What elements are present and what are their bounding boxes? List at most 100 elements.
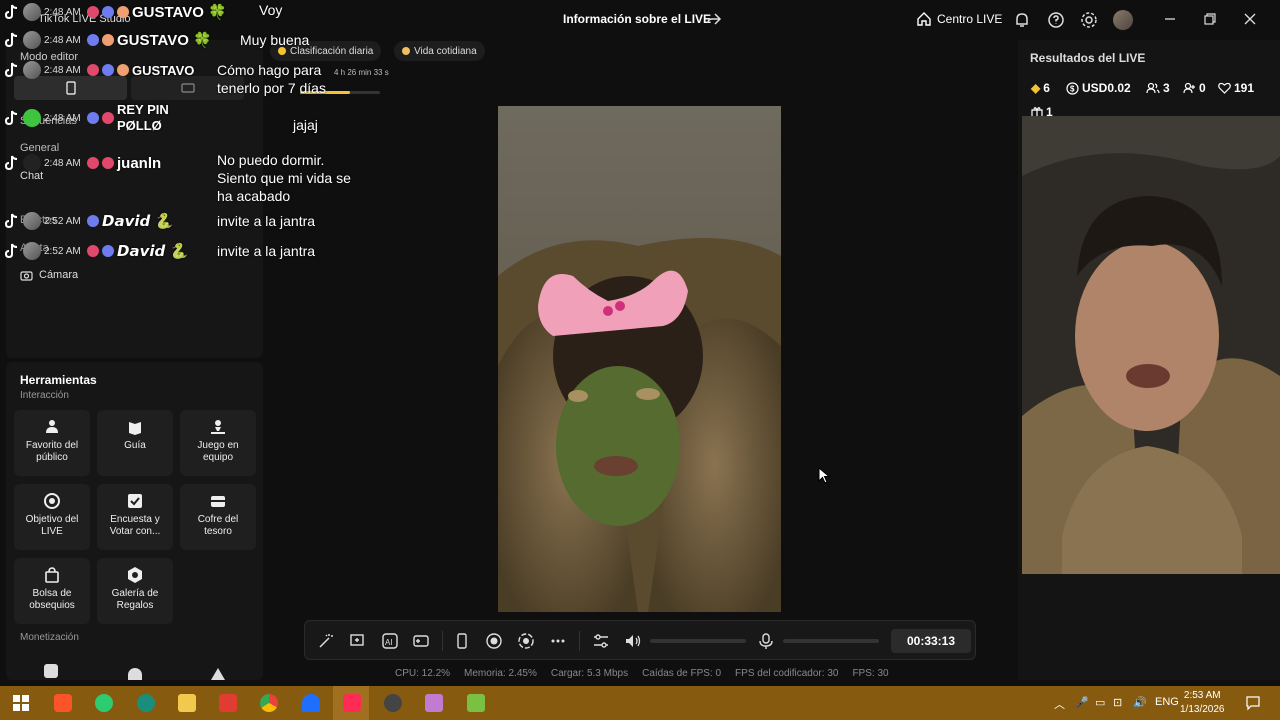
tray-overflow-icon[interactable]: ︿ [1054, 696, 1065, 712]
book-icon [129, 422, 141, 435]
level-badge-icon [87, 34, 99, 46]
divider [579, 631, 580, 651]
chat-message: 2:48 AM GUSTAVO 🍀 [4, 0, 227, 24]
memory-stat: Memoria: 2.45% [464, 668, 537, 679]
tool-label: Guía [124, 440, 146, 451]
windows-start-icon[interactable] [12, 694, 30, 712]
android-app-icon[interactable] [467, 694, 485, 712]
help-icon[interactable] [1047, 11, 1065, 29]
minimize-icon[interactable] [1162, 11, 1178, 27]
bell-icon[interactable] [1013, 11, 1031, 29]
gifter-badge-icon [102, 157, 114, 169]
gear-icon[interactable] [1080, 11, 1098, 29]
microphone-icon[interactable] [757, 632, 775, 650]
centro-live-label: Centro LIVE [937, 12, 1003, 26]
audio-mixer-icon[interactable] [592, 632, 610, 650]
ai-icon[interactable]: AI [381, 632, 399, 650]
heart-badge-icon [102, 34, 114, 46]
centro-live-button[interactable]: Centro LIVE [916, 11, 1002, 27]
live-preview[interactable] [498, 106, 781, 612]
speaker-icon[interactable] [624, 632, 642, 650]
sync-app-icon[interactable] [95, 694, 113, 712]
chat-text: Voy [259, 2, 283, 18]
chat-message: 2:48 AM GUSTAVO [4, 58, 194, 82]
camera-switch-icon[interactable] [517, 632, 535, 650]
chat-text: Muy buena [240, 32, 310, 48]
tool-guide[interactable]: Guía [97, 410, 173, 476]
tool-treasure-chest[interactable]: Cofre del tesoro [180, 484, 256, 550]
obs-app-icon[interactable] [384, 694, 402, 712]
new-followers-stat: 0 [1183, 81, 1206, 95]
arc-app-icon[interactable] [302, 694, 320, 712]
category-tag[interactable]: Vida cotidiana [394, 41, 485, 61]
monetization-tool-3-icon[interactable] [211, 668, 225, 680]
live-info-title[interactable]: Información sobre el LIVE [563, 12, 711, 26]
tool-label: Cofre del tesoro [197, 514, 239, 537]
tool-gift-gallery[interactable]: Galería de Regalos [97, 558, 173, 624]
user-avatar[interactable] [1113, 10, 1133, 30]
mic-tray-icon[interactable]: 🎤 [1075, 696, 1089, 709]
notifications-icon[interactable] [1245, 695, 1261, 711]
file-explorer-icon[interactable] [178, 694, 196, 712]
tiktok-live-studio-taskbar-icon[interactable] [343, 694, 361, 712]
target-icon [44, 493, 60, 509]
category-label: Vida cotidiana [414, 45, 477, 57]
chat-message: 2:48 AM GUSTAVO 🍀 [4, 28, 212, 52]
chat-message: 2:48 AM juanln [4, 151, 161, 175]
chat-avatar [23, 154, 41, 172]
tool-label: Encuesta y Votar con... [109, 514, 161, 537]
volume-slider[interactable] [650, 639, 746, 643]
diamonds-stat: ◆ 6 [1031, 81, 1050, 95]
language-indicator[interactable]: ENG [1155, 696, 1179, 708]
tool-label: Bolsa de obsequios [29, 588, 75, 611]
monetization-tool-1-icon[interactable] [44, 664, 58, 678]
diamond-icon: ◆ [1031, 81, 1041, 95]
tool-audience-favorite[interactable]: Favorito del público [14, 410, 90, 476]
edge-browser-icon[interactable] [137, 694, 155, 712]
restore-icon[interactable] [1202, 11, 1218, 27]
battery-icon[interactable]: ▭ [1095, 696, 1105, 709]
tool-poll[interactable]: Encuesta y Votar con... [97, 484, 173, 550]
add-media-icon[interactable] [349, 632, 367, 650]
magic-wand-icon[interactable] [317, 632, 335, 650]
source-camera[interactable]: Cámara [20, 269, 78, 281]
pdf-reader-icon[interactable] [219, 694, 237, 712]
likes-value: 191 [1234, 81, 1255, 95]
close-icon[interactable] [1242, 11, 1258, 27]
follow-icon [1183, 82, 1195, 94]
game-controller-icon[interactable] [412, 632, 430, 650]
more-icon[interactable] [549, 632, 567, 650]
chrome-browser-icon[interactable] [260, 694, 278, 712]
fps-drop-stat: Caídas de FPS: 0 [642, 668, 722, 679]
chat-time: 2:52 AM [44, 215, 81, 227]
gifter-badge-icon [102, 112, 114, 124]
chat-time: 2:48 AM [44, 64, 81, 76]
gifter-badge-icon [87, 64, 99, 76]
home-icon [917, 12, 931, 26]
mic-slider[interactable] [783, 639, 879, 643]
cpu-stat: CPU: 12.2% [395, 668, 451, 679]
taskbar-clock[interactable]: 2:53 AM 1/13/2026 [1180, 689, 1225, 717]
brave-browser-icon[interactable] [54, 694, 72, 712]
smile-icon [402, 47, 410, 55]
team-game-icon [211, 420, 225, 434]
camera-preview[interactable] [1022, 116, 1280, 574]
record-icon[interactable] [485, 632, 503, 650]
tool-team-game[interactable]: Juego en equipo [180, 410, 256, 476]
phone-icon[interactable] [453, 632, 471, 650]
tool-live-goal[interactable]: Objetivo del LIVE [14, 484, 90, 550]
tiktok-logo-icon [4, 62, 18, 78]
chat-username: GUSTAVO 🍀 [132, 4, 227, 21]
fps-stat: FPS: 30 [852, 668, 889, 679]
network-icon[interactable]: ⊡ [1113, 696, 1122, 709]
monetization-tool-2-icon[interactable] [128, 668, 142, 680]
chat-message: 2:48 AM REY PIN PØLLØ [4, 102, 217, 133]
share-icon[interactable] [706, 11, 722, 27]
chat-avatar [23, 242, 41, 260]
camera-icon [20, 270, 33, 281]
volume-tray-icon[interactable]: 🔊 [1133, 696, 1147, 709]
people-icon [46, 420, 58, 433]
tool-gift-bag[interactable]: Bolsa de obsequios [14, 558, 90, 624]
image-app-icon[interactable] [425, 694, 443, 712]
tool-label: Galería de Regalos [111, 588, 159, 611]
